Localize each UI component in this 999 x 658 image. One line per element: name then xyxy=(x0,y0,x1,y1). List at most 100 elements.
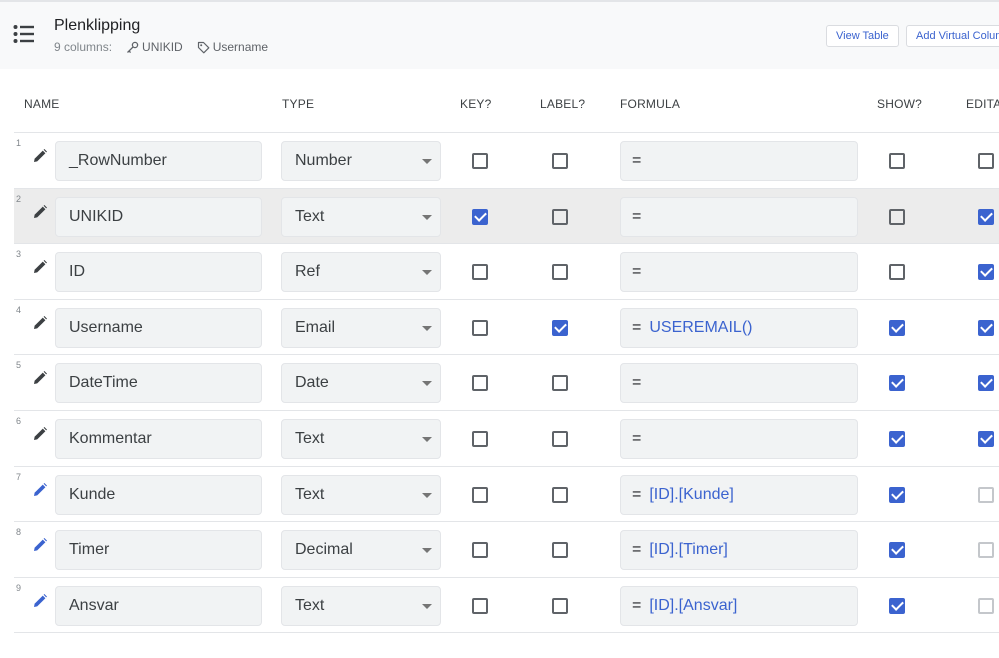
table-row[interactable]: 9 Ansvar Text = [ID].[Ansvar] xyxy=(14,576,999,633)
key-checkbox[interactable] xyxy=(472,486,488,503)
key-checkbox[interactable] xyxy=(472,375,488,392)
column-header-formula: FORMULA xyxy=(620,97,681,111)
formula-expression: [ID].[Timer] xyxy=(649,541,728,559)
formula-expression: [ID].[Kunde] xyxy=(649,485,734,503)
key-checkbox[interactable] xyxy=(472,208,488,225)
table-row[interactable]: 8 Timer Decimal = [ID].[Timer] xyxy=(14,521,999,577)
formula-input[interactable]: = xyxy=(620,252,858,293)
show-checkbox[interactable] xyxy=(889,431,905,447)
column-type-select[interactable]: Text xyxy=(281,474,441,515)
key-checkbox[interactable] xyxy=(472,542,488,559)
dropdown-caret-icon xyxy=(422,603,432,609)
edit-pencil-icon[interactable] xyxy=(32,259,48,275)
column-name-input[interactable]: Kommentar xyxy=(55,419,262,459)
column-name-input[interactable]: Ansvar xyxy=(55,585,262,626)
label-checkbox[interactable] xyxy=(552,208,568,225)
column-name-input[interactable]: ID xyxy=(55,252,262,293)
column-type-value: Date xyxy=(295,374,329,392)
show-checkbox[interactable] xyxy=(889,264,905,281)
key-icon xyxy=(127,41,139,53)
editable-checkbox[interactable] xyxy=(978,375,994,392)
show-checkbox[interactable] xyxy=(889,153,905,169)
column-name-input[interactable]: Timer xyxy=(55,530,262,571)
edit-pencil-icon[interactable] xyxy=(32,204,48,220)
table-row[interactable]: 1 _RowNumber Number = xyxy=(14,132,999,188)
column-type-select[interactable]: Email xyxy=(281,307,441,348)
column-type-select[interactable]: Decimal xyxy=(281,530,441,571)
formula-input[interactable]: = xyxy=(620,363,858,404)
table-row[interactable]: 7 Kunde Text = [ID].[Kunde] xyxy=(14,465,999,522)
key-checkbox[interactable] xyxy=(472,319,488,336)
show-checkbox[interactable] xyxy=(889,597,905,614)
editable-checkbox[interactable] xyxy=(978,264,994,281)
key-checkbox[interactable] xyxy=(472,597,488,614)
column-type-select[interactable]: Text xyxy=(281,196,441,237)
edit-pencil-icon[interactable] xyxy=(32,537,48,553)
column-type-value: Text xyxy=(295,485,325,503)
formula-input[interactable]: = [ID].[Ansvar] xyxy=(620,585,858,626)
column-name-input[interactable]: Kunde xyxy=(55,474,262,515)
add-virtual-column-button[interactable]: Add Virtual Column xyxy=(906,25,999,47)
formula-input[interactable]: = USEREMAIL() xyxy=(620,307,858,348)
label-checkbox[interactable] xyxy=(552,486,568,503)
label-checkbox[interactable] xyxy=(552,375,568,392)
column-type-value: Number xyxy=(295,152,352,169)
formula-input[interactable]: = xyxy=(620,141,858,181)
show-checkbox[interactable] xyxy=(889,319,905,336)
row-number: 4 xyxy=(16,304,22,315)
edit-pencil-icon[interactable] xyxy=(32,148,48,164)
show-checkbox[interactable] xyxy=(889,375,905,392)
key-checkbox[interactable] xyxy=(472,431,488,447)
column-type-select[interactable]: Text xyxy=(281,419,441,459)
edit-pencil-icon[interactable] xyxy=(32,315,48,331)
edit-pencil-icon[interactable] xyxy=(32,370,48,386)
formula-input[interactable]: = [ID].[Kunde] xyxy=(620,474,858,515)
label-checkbox[interactable] xyxy=(552,264,568,281)
key-checkbox[interactable] xyxy=(472,153,488,169)
show-checkbox[interactable] xyxy=(889,542,905,559)
editable-checkbox xyxy=(978,486,994,503)
editable-checkbox[interactable] xyxy=(978,319,994,336)
column-name-input[interactable]: Username xyxy=(55,307,262,348)
row-number: 8 xyxy=(16,527,22,538)
column-type-select[interactable]: Number xyxy=(281,141,441,181)
editable-checkbox[interactable] xyxy=(978,431,994,447)
table-row[interactable]: 5 DateTime Date = xyxy=(14,354,999,410)
view-table-button[interactable]: View Table xyxy=(826,25,899,47)
label-checkbox[interactable] xyxy=(552,319,568,336)
show-checkbox[interactable] xyxy=(889,486,905,503)
table-row[interactable]: 3 ID Ref = xyxy=(14,243,999,299)
dropdown-caret-icon xyxy=(422,437,432,442)
label-checkbox[interactable] xyxy=(552,431,568,447)
label-checkbox[interactable] xyxy=(552,597,568,614)
label-column-name: Username xyxy=(212,40,269,54)
show-checkbox[interactable] xyxy=(889,208,905,225)
table-row[interactable]: 2 UNIKID Text = xyxy=(14,187,999,244)
list-menu-icon[interactable] xyxy=(13,24,35,44)
formula-equals: = xyxy=(632,207,642,225)
formula-input[interactable]: = [ID].[Timer] xyxy=(620,530,858,571)
column-type-value: Text xyxy=(295,207,325,225)
key-checkbox[interactable] xyxy=(472,264,488,281)
column-type-select[interactable]: Date xyxy=(281,363,441,404)
formula-input[interactable]: = xyxy=(620,419,858,459)
column-type-select[interactable]: Ref xyxy=(281,252,441,293)
table-row[interactable]: 4 Username Email = USEREMAIL() xyxy=(14,298,999,355)
edit-pencil-icon[interactable] xyxy=(32,482,48,498)
edit-pencil-icon[interactable] xyxy=(32,593,48,609)
column-type-select[interactable]: Text xyxy=(281,585,441,626)
label-checkbox[interactable] xyxy=(552,153,568,169)
column-name-input[interactable]: UNIKID xyxy=(55,196,262,237)
editable-checkbox[interactable] xyxy=(978,208,994,225)
row-number: 5 xyxy=(16,360,22,371)
column-name-input[interactable]: _RowNumber xyxy=(55,141,262,181)
row-number: 9 xyxy=(16,582,22,593)
column-name-input[interactable]: DateTime xyxy=(55,363,262,404)
table-row[interactable]: 6 Kommentar Text = xyxy=(14,410,999,466)
formula-equals: = xyxy=(632,318,642,336)
label-checkbox[interactable] xyxy=(552,542,568,559)
formula-input[interactable]: = xyxy=(620,196,858,237)
edit-pencil-icon[interactable] xyxy=(32,426,48,442)
row-number: 7 xyxy=(16,471,22,482)
editable-checkbox[interactable] xyxy=(978,153,994,169)
